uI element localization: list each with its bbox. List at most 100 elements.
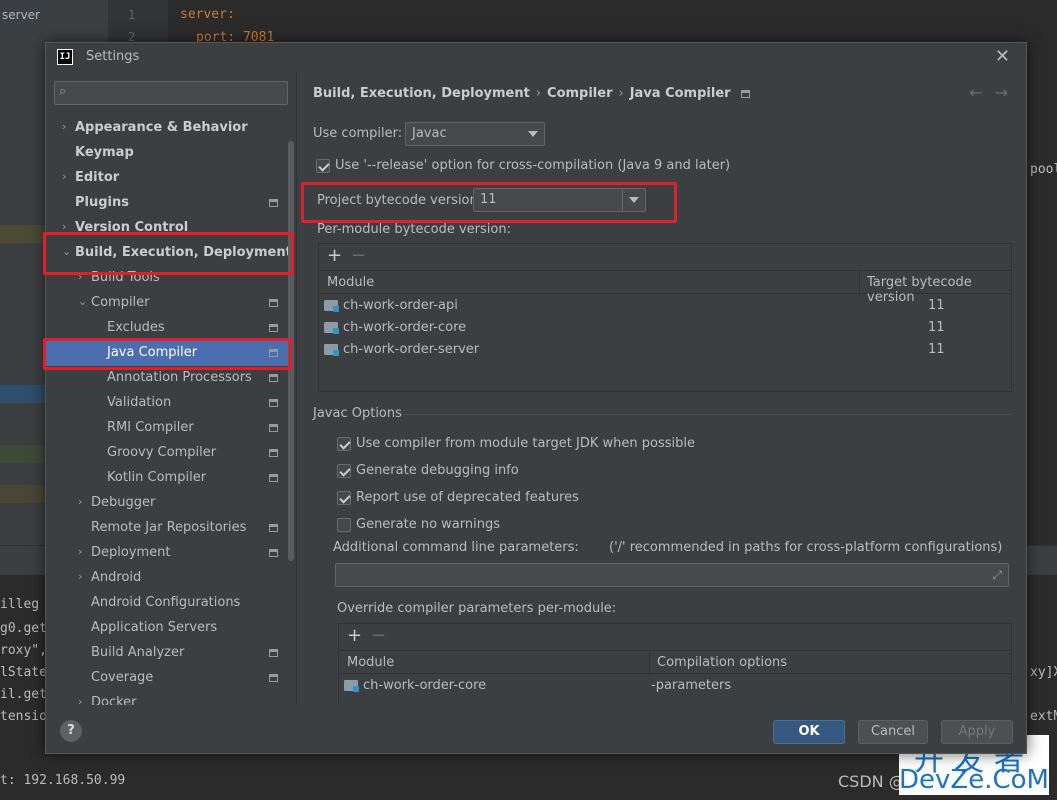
bytecode-version-label: Project bytecode version: [317,193,483,208]
table-row[interactable]: ch-work-order-core 11 [319,317,1011,339]
sidebar-item-label: Plugins [75,195,129,210]
option-checkbox[interactable] [337,518,351,532]
help-icon[interactable]: ? [60,720,82,742]
chevron-right-icon[interactable]: › [78,545,88,558]
sidebar-item[interactable]: Excludes [46,316,288,341]
chevron-right-icon[interactable]: › [78,270,88,283]
option-checkbox[interactable] [337,464,351,478]
target-version: 11 [928,298,945,313]
search-icon: ⌕ [59,84,67,99]
sidebar-item[interactable]: Groovy Compiler [46,441,288,466]
console-line: extM [1030,709,1057,724]
console-line: t: 192.168.50.99 [0,773,126,788]
sidebar-item-label: Groovy Compiler [107,445,217,460]
apply-button[interactable]: Apply [941,720,1013,744]
table-row[interactable]: ch-work-order-core -parameters [339,675,1011,697]
project-scope-icon [740,89,750,98]
compilation-options-value: -parameters [651,678,732,693]
option-label: Report use of deprecated features [356,490,579,505]
bytecode-version-dropdown[interactable]: 11 [473,188,646,212]
column-header-module[interactable]: Module [347,655,394,670]
chevron-right-icon[interactable]: › [62,220,72,233]
sidebar-item-label: Validation [107,395,172,410]
chevron-right-icon[interactable]: › [62,120,72,133]
sidebar-item-label: Java Compiler [107,345,198,360]
sidebar-item-label: Build Tools [91,270,160,285]
sidebar-item[interactable]: Keymap [46,141,288,166]
column-header-module[interactable]: Module [327,275,374,290]
option-checkbox[interactable] [337,491,351,505]
project-scope-icon [269,349,278,357]
settings-search-input[interactable]: ⌕ [54,81,288,105]
table-row[interactable]: ch-work-order-api 11 [319,295,1011,317]
sidebar-scrollbar[interactable] [288,141,294,561]
column-separator [649,651,650,675]
module-folder-icon [344,680,359,692]
sidebar-item[interactable]: › Appearance & Behavior [46,116,288,141]
option-checkbox[interactable] [337,437,351,451]
sidebar-item[interactable]: Annotation Processors [46,366,288,391]
sidebar-item[interactable]: ⌄ Build, Execution, Deployment [46,241,292,266]
highlight-stripe [0,385,45,403]
sidebar-item[interactable]: ⌄ Compiler [46,291,288,316]
sidebar-item-label: Deployment [91,545,171,560]
column-separator [859,271,860,295]
settings-main-panel: Build, Execution, Deployment › Compiler › Ja… [296,71,1026,705]
remove-icon: − [351,245,367,266]
back-arrow-icon[interactable]: ← [969,83,982,102]
sidebar-item[interactable]: Remote Jar Repositories [46,516,288,541]
code-snippet: pool [1030,162,1057,177]
release-option-checkbox[interactable] [316,159,330,173]
highlight-stripe [0,225,45,243]
sidebar-item[interactable]: Plugins [46,191,288,216]
chevron-right-icon[interactable]: › [62,170,72,183]
release-option-label: Use '--release' option for cross-compila… [335,158,731,173]
bytecode-version-value: 11 [480,192,497,207]
sidebar-item-label: Excludes [107,320,165,335]
close-icon[interactable]: ✕ [995,46,1010,67]
sidebar-item-label: Build, Execution, Deployment [75,245,292,260]
sidebar-item[interactable]: Coverage [46,666,288,691]
breadcrumb-item: Build, Execution, Deployment [313,86,530,101]
table-toolbar: + − [339,624,1011,650]
sidebar-item[interactable]: Android Configurations [46,591,288,616]
ok-button[interactable]: OK [773,720,845,744]
sidebar-item[interactable]: RMI Compiler [46,416,288,441]
project-scope-icon [269,199,278,207]
add-icon[interactable]: + [327,245,342,266]
console-line: lState [0,665,47,680]
console-line: illeg [0,597,40,612]
additional-params-input[interactable]: ⤢ [335,563,1009,587]
sidebar-item[interactable]: Validation [46,391,288,416]
sidebar-item[interactable]: › Android [46,566,288,591]
highlight-stripe [0,485,45,503]
chevron-down-icon[interactable]: ⌄ [62,245,72,258]
sidebar-item[interactable]: Build Analyzer [46,641,288,666]
sidebar-item[interactable]: › Editor [46,166,288,191]
sidebar-item[interactable]: Kotlin Compiler [46,466,288,491]
forward-arrow-icon[interactable]: → [995,83,1008,102]
sidebar-item[interactable]: › Build Tools [46,266,288,291]
sidebar-item[interactable]: › Version Control [46,216,288,241]
chevron-down-icon [528,131,538,137]
sidebar-item-label: Compiler [91,295,150,310]
per-module-table: + − Module Target bytecode version ch-wo… [318,243,1012,392]
override-table: + − Module Compilation options ch-work-o… [338,623,1012,705]
cancel-button[interactable]: Cancel [858,720,928,744]
sidebar-item[interactable]: Application Servers [46,616,288,641]
sidebar-item[interactable]: › Debugger [46,491,288,516]
module-name: ch-work-order-api [343,298,458,313]
console-line: roxy", [0,643,47,658]
dialog-footer: ? OK Cancel Apply [46,705,1026,753]
chevron-right-icon[interactable]: › [78,570,88,583]
chevron-right-icon[interactable]: › [78,495,88,508]
column-header-options[interactable]: Compilation options [657,655,787,670]
use-compiler-dropdown[interactable]: Javac [405,122,545,146]
expand-icon[interactable]: ⤢ [992,568,1002,583]
sidebar-item[interactable]: › Deployment [46,541,288,566]
add-icon[interactable]: + [347,625,362,646]
project-scope-icon [269,374,278,382]
chevron-down-icon[interactable]: ⌄ [78,295,88,308]
table-row[interactable]: ch-work-order-server 11 [319,339,1011,361]
sidebar-item[interactable]: Java Compiler [46,341,288,366]
